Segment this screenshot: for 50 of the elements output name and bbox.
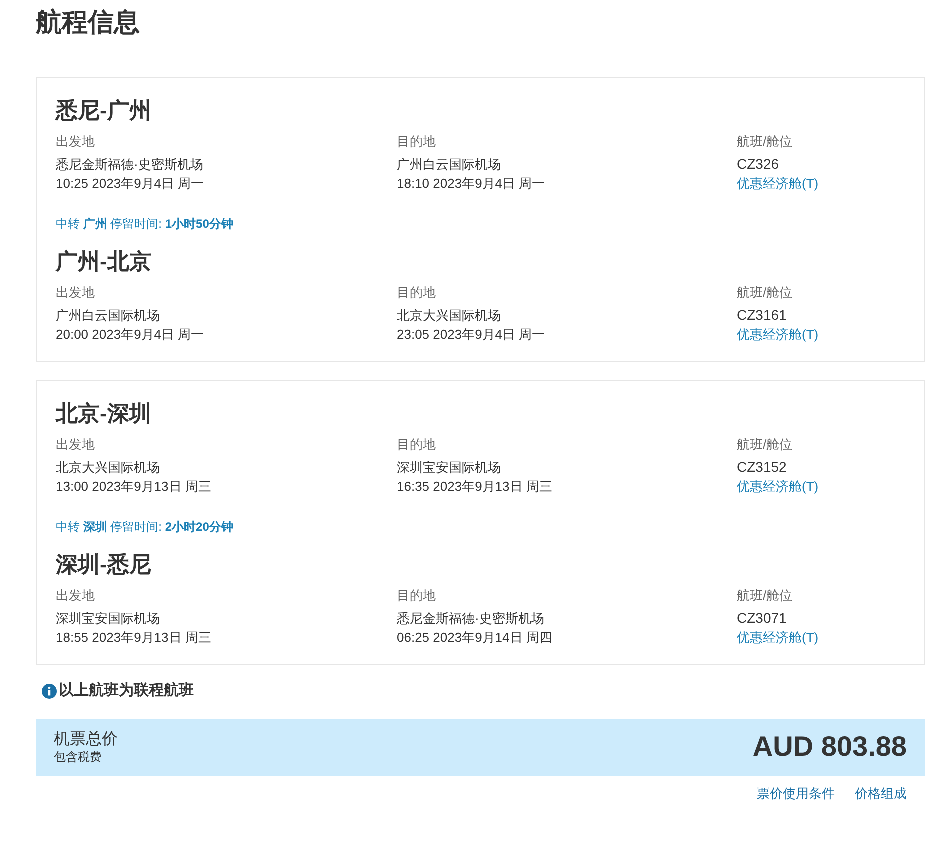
departure-time: 13:00 2023年9月13日 周三 [56, 478, 212, 496]
cabin-class-link[interactable]: 优惠经济舱(T) [737, 174, 819, 193]
info-icon [42, 684, 57, 699]
cabin-class-link[interactable]: 优惠经济舱(T) [737, 628, 819, 647]
flight-number: CZ3071 [737, 609, 787, 628]
field-label: 出发地 [56, 587, 96, 605]
field-label: 航班/舱位 [737, 587, 793, 605]
field-label: 出发地 [56, 133, 96, 151]
departure-time: 18:55 2023年9月13日 周三 [56, 629, 212, 647]
field-label: 航班/舱位 [737, 436, 793, 454]
field-label: 目的地 [397, 436, 437, 454]
tax-note: 包含税费 [54, 750, 103, 764]
route-title: 广州-北京 [56, 248, 152, 276]
route-title: 悉尼-广州 [56, 97, 152, 125]
arrival-time: 16:35 2023年9月13日 周三 [397, 478, 554, 496]
cabin-class-link[interactable]: 优惠经济舱(T) [737, 325, 819, 344]
total-price: AUD 803.88 [752, 730, 907, 764]
field-label: 出发地 [56, 436, 96, 454]
cabin-class-link[interactable]: 优惠经济舱(T) [737, 477, 819, 496]
arrival-time: 23:05 2023年9月4日 周一 [397, 326, 546, 344]
page-title: 航程信息 [36, 6, 141, 39]
departure-time: 20:00 2023年9月4日 周一 [56, 326, 206, 344]
airport-name: 北京大兴国际机场 [56, 459, 161, 477]
field-label: 目的地 [397, 587, 437, 605]
airport-name: 广州白云国际机场 [397, 156, 502, 174]
arrival-time: 18:10 2023年9月4日 周一 [397, 175, 546, 193]
departure-time: 10:25 2023年9月4日 周一 [56, 175, 206, 193]
airport-name: 深圳宝安国际机场 [56, 610, 161, 628]
field-label: 航班/舱位 [737, 284, 793, 302]
transfer-info: 中转 深圳 停留时间: 2小时20分钟 [56, 519, 234, 536]
total-label: 机票总价 [54, 730, 118, 750]
price-link[interactable]: 价格组成 [855, 784, 907, 803]
field-label: 目的地 [397, 133, 437, 151]
notice-text: 以上航班为联程航班 [59, 681, 194, 701]
transfer-info: 中转 广州 停留时间: 1小时50分钟 [56, 216, 234, 233]
airport-name: 悉尼金斯福德·史密斯机场 [56, 156, 204, 174]
route-title: 北京-深圳 [56, 400, 152, 428]
flight-number: CZ326 [737, 155, 780, 174]
airport-name: 北京大兴国际机场 [397, 307, 502, 325]
field-label: 目的地 [397, 284, 437, 302]
price-link[interactable]: 票价使用条件 [757, 784, 835, 803]
arrival-time: 06:25 2023年9月14日 周四 [397, 629, 554, 647]
flight-number: CZ3152 [737, 458, 787, 477]
airport-name: 广州白云国际机场 [56, 307, 161, 325]
field-label: 出发地 [56, 284, 96, 302]
field-label: 航班/舱位 [737, 133, 793, 151]
airport-name: 悉尼金斯福德·史密斯机场 [397, 610, 546, 628]
route-title: 深圳-悉尼 [56, 551, 152, 579]
flight-number: CZ3161 [737, 306, 787, 325]
airport-name: 深圳宝安国际机场 [397, 459, 502, 477]
